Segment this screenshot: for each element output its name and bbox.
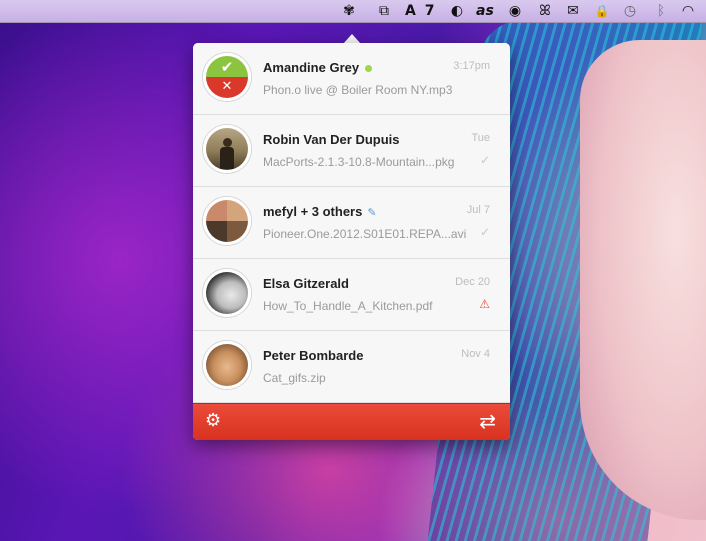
wifi-icon[interactable]: ◠	[680, 3, 696, 19]
avatar-figure-body	[220, 147, 234, 169]
adobe-icon[interactable]: A 7	[405, 3, 434, 19]
contact-name-text: Amandine Grey	[263, 60, 360, 75]
group-photo-3	[206, 221, 227, 242]
file-name: MacPorts-2.1.3-10.8-Mountain...pkg	[263, 155, 455, 169]
adobe-badge: 7	[424, 3, 435, 19]
mail-icon[interactable]: ✉	[565, 3, 581, 19]
avatar-figure	[223, 138, 232, 147]
robin-avatar	[203, 125, 251, 173]
transfers-popover: ✔ ✕ Amandine Grey Phon.o live @ Boiler R…	[193, 43, 510, 440]
contact-name: Peter Bombarde	[263, 348, 364, 363]
peter-avatar	[203, 341, 251, 389]
group-avatar	[203, 197, 251, 245]
avatar-photo	[206, 272, 248, 314]
contact-name-text: mefyl + 3 others	[263, 204, 363, 219]
moon-icon[interactable]: ◐	[449, 3, 465, 19]
checkmark-icon: ✓	[479, 153, 490, 167]
bluetooth-icon[interactable]: ᛒ	[653, 3, 669, 19]
file-name: How_To_Handle_A_Kitchen.pdf	[263, 299, 433, 313]
checkmark-icon: ✓	[479, 225, 490, 239]
group-photo-2	[227, 200, 248, 221]
pencil-icon: ✎	[367, 206, 377, 219]
background-face	[580, 40, 706, 520]
timestamp: Nov 4	[461, 348, 490, 360]
timestamp: Dec 20	[455, 276, 490, 288]
lock-icon[interactable]: 🔒	[594, 3, 610, 19]
transfer-row[interactable]: Elsa Gitzerald How_To_Handle_A_Kitchen.p…	[193, 259, 510, 331]
globe-icon[interactable]: ◉	[507, 3, 523, 19]
time-machine-icon[interactable]: ◷	[622, 3, 638, 19]
decline-icon[interactable]: ✕	[206, 77, 248, 98]
contact-name: mefyl + 3 others ✎	[263, 204, 377, 219]
window-stack-icon[interactable]: ⧉	[376, 3, 392, 19]
transfer-row[interactable]: mefyl + 3 others ✎ Pioneer.One.2012.S01E0…	[193, 187, 510, 259]
file-name: Cat_gifs.zip	[263, 371, 326, 385]
accept-icon[interactable]: ✔	[206, 56, 248, 77]
transfer-row[interactable]: Robin Van Der Dupuis MacPorts-2.1.3-10.8…	[193, 115, 510, 187]
avatar-photo	[206, 344, 248, 386]
avatar-photo	[206, 200, 248, 242]
timestamp: Tue	[471, 132, 490, 144]
lastfm-icon[interactable]: as	[476, 3, 494, 19]
timestamp: 3:17pm	[453, 60, 490, 72]
contact-name: Amandine Grey	[263, 60, 373, 75]
file-name: Pioneer.One.2012.S01E01.REPA...avi	[263, 227, 467, 241]
gear-icon[interactable]: ⚙	[205, 410, 221, 432]
flower-icon[interactable]: ✾	[341, 3, 357, 19]
transfer-icon[interactable]: ⇄	[479, 410, 496, 432]
group-photo-1	[206, 200, 227, 221]
adobe-glyph: A	[405, 3, 416, 19]
file-name: Phon.o live @ Boiler Room NY.mp3	[263, 83, 453, 97]
accept-decline-avatar: ✔ ✕	[203, 53, 251, 101]
warning-icon[interactable]: ⚠	[479, 297, 490, 311]
elsa-avatar	[203, 269, 251, 317]
contact-name: Robin Van Der Dupuis	[263, 132, 400, 147]
accept-decline-control: ✔ ✕	[206, 56, 248, 98]
transfer-row[interactable]: Peter Bombarde Cat_gifs.zip Nov 4	[193, 331, 510, 403]
transfer-row[interactable]: ✔ ✕ Amandine Grey Phon.o live @ Boiler R…	[193, 43, 510, 115]
menu-bar: ✾ ⧉ A 7 ◐ as ◉ ꕤ ✉ 🔒 ◷ ᛒ ◠	[0, 0, 706, 23]
timestamp: Jul 7	[466, 204, 490, 216]
online-status-icon	[365, 65, 373, 73]
contact-name: Elsa Gitzerald	[263, 276, 349, 291]
avatar-photo	[206, 128, 248, 170]
group-photo-4	[227, 221, 248, 242]
popover-footer: ⚙ ⇄	[193, 403, 510, 440]
butterfly-icon[interactable]: ꕤ	[537, 3, 553, 19]
